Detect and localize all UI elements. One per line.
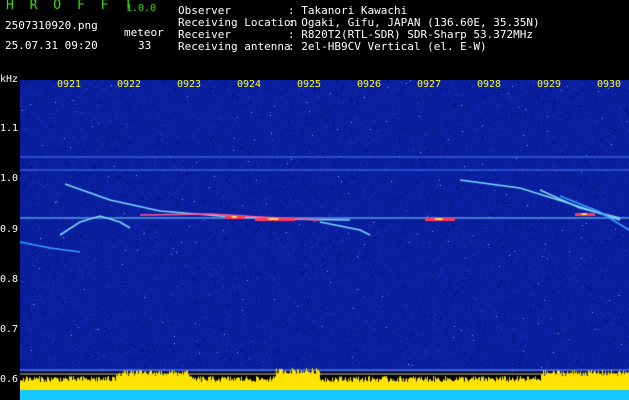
file-name: 2507310920.png: [5, 19, 98, 32]
time-tick: 0930: [596, 79, 622, 90]
time-tick: 0926: [356, 79, 382, 90]
time-tick: 0923: [176, 79, 202, 90]
freq-tick: 0.7: [0, 324, 19, 335]
spectrogram: [20, 80, 629, 400]
freq-tick: 0.8: [0, 274, 19, 285]
meteor-label: meteor: [124, 26, 164, 39]
freq-tick: 0.6: [0, 374, 19, 385]
freq-tick: 0.9: [0, 224, 19, 235]
freq-unit-label: kHz: [0, 74, 19, 85]
file-datetime: 25.07.31 09:20: [5, 39, 98, 52]
meteor-count: 33: [138, 39, 152, 52]
antenna-value: : 2el-HB9CV Vertical (el. E-W): [288, 40, 487, 53]
freq-tick: 1.1: [0, 123, 19, 134]
time-tick: 0928: [476, 79, 502, 90]
time-tick: 0924: [236, 79, 262, 90]
time-tick: 0929: [536, 79, 562, 90]
time-tick: 0927: [416, 79, 442, 90]
app-title: H R O F F T: [6, 0, 137, 13]
time-tick: 0921: [56, 79, 82, 90]
time-tick: 0922: [116, 79, 142, 90]
antenna-key: Receiving antenna: [178, 40, 291, 53]
app-version: 1.0.0: [126, 3, 157, 14]
freq-tick: 1.0: [0, 173, 19, 184]
time-tick: 0925: [296, 79, 322, 90]
